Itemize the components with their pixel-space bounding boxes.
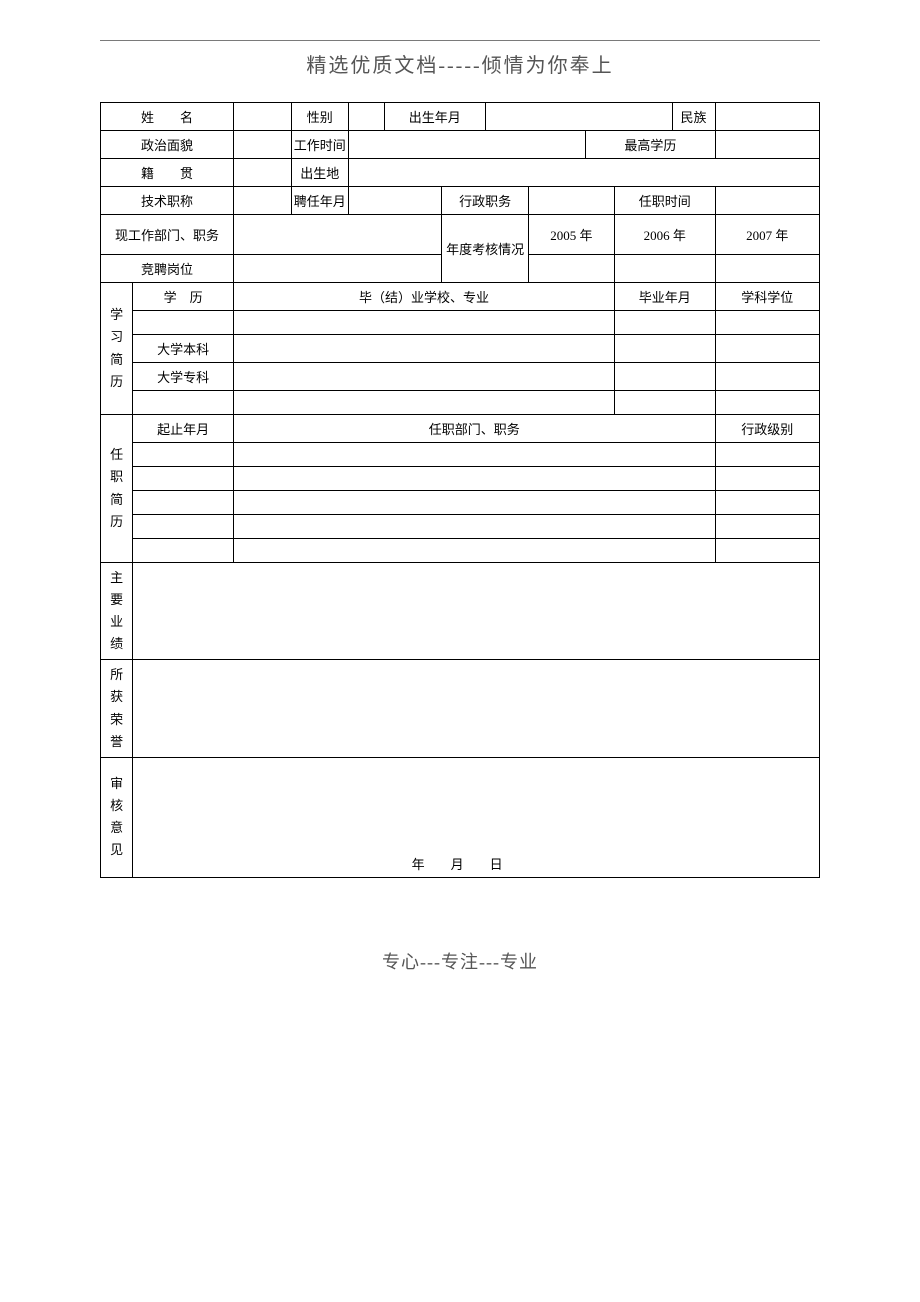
label-birth: 出生年月 — [384, 103, 485, 131]
value-honors — [133, 660, 820, 757]
job-row-5-period — [133, 539, 234, 563]
label-appoint-ym: 聘任年月 — [291, 187, 349, 215]
edu-row-3-grad — [614, 363, 715, 391]
label-current-dept: 现工作部门、职务 — [101, 215, 234, 255]
label-period: 起止年月 — [133, 415, 234, 443]
value-y2 — [614, 255, 715, 283]
value-name — [233, 103, 291, 131]
job-row-3-level — [715, 491, 819, 515]
edu-row-4-grad — [614, 391, 715, 415]
edu-row-3-school — [233, 363, 614, 391]
value-edu-highest — [715, 131, 819, 159]
value-birth — [485, 103, 672, 131]
value-admin-post — [528, 187, 614, 215]
label-name: 姓 名 — [101, 103, 234, 131]
page-footer: 专心---专注---专业 — [100, 948, 820, 974]
edu-row-2-grad — [614, 335, 715, 363]
job-row-2-level — [715, 467, 819, 491]
value-worktime — [349, 131, 586, 159]
edu-row-1-school — [233, 311, 614, 335]
edu-row-2-level: 大学本科 — [133, 335, 234, 363]
label-edu-highest: 最高学历 — [586, 131, 715, 159]
edu-row-4-school — [233, 391, 614, 415]
value-birthplace — [349, 159, 820, 187]
value-appoint-time — [715, 187, 819, 215]
label-compete-post: 竞聘岗位 — [101, 255, 234, 283]
label-ethnicity: 民族 — [672, 103, 715, 131]
value-review: 年 月 日 — [133, 757, 820, 877]
label-y1: 2005 年 — [528, 215, 614, 255]
value-y3 — [715, 255, 819, 283]
label-edu-history: 学习简历 — [101, 283, 133, 415]
job-row-1-period — [133, 443, 234, 467]
value-achievements — [133, 563, 820, 660]
label-appoint-time: 任职时间 — [614, 187, 715, 215]
label-admin-post: 行政职务 — [442, 187, 528, 215]
page-header: 精选优质文档-----倾情为你奉上 — [100, 49, 820, 78]
value-ethnicity — [715, 103, 819, 131]
label-school-major: 毕（结）业学校、专业 — [233, 283, 614, 311]
job-row-4-dept — [233, 515, 715, 539]
value-native — [233, 159, 291, 187]
job-row-3-period — [133, 491, 234, 515]
edu-row-3-level: 大学专科 — [133, 363, 234, 391]
job-row-5-dept — [233, 539, 715, 563]
label-politics: 政治面貌 — [101, 131, 234, 159]
value-appoint-ym — [349, 187, 442, 215]
job-row-4-period — [133, 515, 234, 539]
edu-row-4-degree — [715, 391, 819, 415]
edu-row-1-grad — [614, 311, 715, 335]
value-politics — [233, 131, 291, 159]
value-current-dept — [233, 215, 441, 255]
value-gender — [349, 103, 385, 131]
job-row-1-level — [715, 443, 819, 467]
label-annual-review: 年度考核情况 — [442, 215, 528, 283]
job-row-5-level — [715, 539, 819, 563]
label-achievements: 主要业绩 — [101, 563, 133, 660]
edu-row-1-level — [133, 311, 234, 335]
value-y1 — [528, 255, 614, 283]
job-row-2-period — [133, 467, 234, 491]
edu-row-3-degree — [715, 363, 819, 391]
label-gender: 性别 — [291, 103, 349, 131]
label-y3: 2007 年 — [715, 215, 819, 255]
edu-row-2-degree — [715, 335, 819, 363]
label-dept-post: 任职部门、职务 — [233, 415, 715, 443]
label-honors: 所获荣誉 — [101, 660, 133, 757]
label-admin-level: 行政级别 — [715, 415, 819, 443]
label-job-history: 任职简历 — [101, 415, 133, 563]
label-degree: 学科学位 — [715, 283, 819, 311]
label-birthplace: 出生地 — [291, 159, 349, 187]
job-row-1-dept — [233, 443, 715, 467]
job-row-4-level — [715, 515, 819, 539]
label-review: 审核意见 — [101, 757, 133, 877]
label-edu-level: 学 历 — [133, 283, 234, 311]
edu-row-4-level — [133, 391, 234, 415]
personnel-form-table: 姓 名 性别 出生年月 民族 政治面貌 工作时间 最高学历 籍 贯 出生地 — [100, 102, 820, 878]
value-compete-post — [233, 255, 441, 283]
job-row-3-dept — [233, 491, 715, 515]
label-native: 籍 贯 — [101, 159, 234, 187]
edu-row-2-school — [233, 335, 614, 363]
label-grad-ym: 毕业年月 — [614, 283, 715, 311]
edu-row-1-degree — [715, 311, 819, 335]
value-title — [233, 187, 291, 215]
label-worktime: 工作时间 — [291, 131, 349, 159]
label-title: 技术职称 — [101, 187, 234, 215]
job-row-2-dept — [233, 467, 715, 491]
label-y2: 2006 年 — [614, 215, 715, 255]
